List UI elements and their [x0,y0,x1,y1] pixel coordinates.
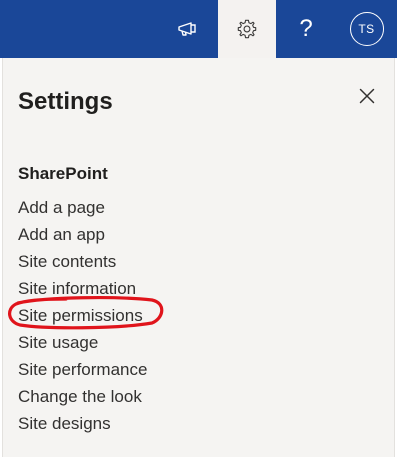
sharepoint-settings-screen: ? TS Settings SharePoint Add a page Add … [0,0,397,457]
sharepoint-settings-list: Add a page Add an app Site contents Site… [18,194,147,437]
menu-item-add-a-page[interactable]: Add a page [18,194,147,221]
menu-item-site-permissions[interactable]: Site permissions [18,302,147,329]
help-button[interactable]: ? [278,0,334,58]
menu-item-site-contents[interactable]: Site contents [18,248,147,275]
megaphone-icon [178,22,196,36]
menu-item-site-usage[interactable]: Site usage [18,329,147,356]
avatar-initials: TS [358,22,375,36]
feedback-button[interactable] [160,0,216,58]
section-heading-sharepoint: SharePoint [18,164,108,183]
settings-button[interactable] [218,0,276,58]
panel-title: Settings [18,88,113,115]
help-icon: ? [299,15,313,42]
close-button[interactable] [355,84,379,108]
menu-item-change-the-look[interactable]: Change the look [18,383,147,410]
settings-panel: Settings SharePoint Add a page Add an ap… [2,58,395,457]
gear-icon [237,19,257,39]
menu-item-site-designs[interactable]: Site designs [18,410,147,437]
close-icon [359,88,375,104]
profile-button[interactable]: TS [336,0,397,58]
menu-item-site-information[interactable]: Site information [18,275,147,302]
suite-bar: ? TS [0,0,397,58]
menu-item-add-an-app[interactable]: Add an app [18,221,147,248]
menu-item-site-performance[interactable]: Site performance [18,356,147,383]
avatar: TS [349,12,384,46]
